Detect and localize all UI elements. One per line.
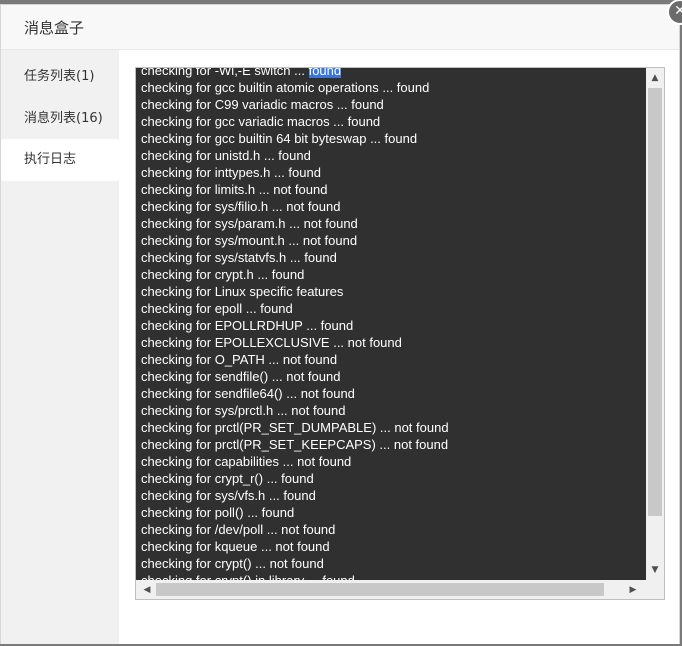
log-line: checking for O_PATH ... not found [141,352,338,367]
dialog-title: 消息盒子 [24,19,85,37]
log-line: checking for prctl(PR_SET_KEEPCAPS) ... … [141,437,449,452]
log-line: checking for epoll ... found [141,301,293,316]
log-line: checking for sys/vfs.h ... found [141,488,316,503]
log-line: checking for sys/param.h ... not found [141,216,358,231]
log-line: checking for sendfile64() ... not found [141,386,355,401]
log-panel: checking for -Wl,-E switch ... found che… [119,50,679,644]
horizontal-scroll-thumb[interactable] [156,583,604,596]
sidebar-item-execution-log[interactable]: 执行日志 [1,139,119,181]
sidebar: 任务列表(1) 消息列表(16) 执行日志 [1,50,119,644]
log-line: checking for sendfile() ... not found [141,369,341,384]
log-line: checking for gcc builtin 64 bit byteswap… [141,131,418,146]
sidebar-item-label: 执行日志 [24,152,77,167]
log-line: checking for poll() ... found [141,505,295,520]
log-line: checking for crypt() ... not found [141,556,324,571]
log-line: checking for sys/prctl.h ... not found [141,403,346,418]
log-line: checking for EPOLLRDHUP ... found [141,318,354,333]
message-box-dialog: 消息盒子 ✕ 任务列表(1) 消息列表(16) 执行日志 checking fo… [0,0,682,644]
log-line: checking for sys/mount.h ... not found [141,233,358,248]
log-line-text: checking for -Wl,-E switch ... [141,68,309,78]
log-line: checking for gcc builtin atomic operatio… [141,80,430,95]
log-line: checking for EPOLLEXCLUSIVE ... not foun… [141,335,402,350]
scroll-right-arrow-icon[interactable]: ▶ [624,582,642,598]
log-line: checking for gcc variadic macros ... fou… [141,114,381,129]
log-line: checking for sys/statvfs.h ... found [141,250,337,265]
log-line: checking for C99 variadic macros ... fou… [141,97,384,112]
log-line-partial-top: checking for -Wl,-E switch ... found [141,68,342,79]
vertical-scroll-thumb[interactable] [648,88,662,516]
log-line: checking for Linux specific features [141,284,344,299]
log-line-partial-bottom: checking for crypt() in library ... foun… [141,572,355,580]
log-line: checking for prctl(PR_SET_DUMPABLE) ... … [141,420,449,435]
execution-log-textarea[interactable]: checking for -Wl,-E switch ... found che… [135,67,665,600]
log-line: checking for limits.h ... not found [141,182,328,197]
sidebar-item-label: 任务列表(1) [24,69,95,84]
vertical-scrollbar[interactable]: ▲ ▼ [646,68,664,580]
sidebar-item-message-list[interactable]: 消息列表(16) [1,98,119,140]
sidebar-item-label: 消息列表(16) [24,111,103,126]
scroll-up-arrow-icon[interactable]: ▲ [646,70,664,86]
log-line: checking for sys/filio.h ... not found [141,199,341,214]
log-line: checking for unistd.h ... found [141,148,311,163]
log-line: checking for inttypes.h ... found [141,165,321,180]
sidebar-item-task-list[interactable]: 任务列表(1) [1,56,119,98]
log-line: checking for capabilities ... not found [141,454,352,469]
scroll-left-arrow-icon[interactable]: ◀ [138,582,156,598]
log-text-area[interactable]: checking for -Wl,-E switch ... found che… [136,68,646,580]
log-line: checking for crypt_r() ... found [141,471,314,486]
log-selection: found [308,68,342,78]
horizontal-scrollbar[interactable]: ◀ ▶ [136,580,646,599]
dialog-titlebar[interactable]: 消息盒子 [1,5,679,50]
log-line: checking for kqueue ... not found [141,539,330,554]
scrollbar-corner [646,580,664,599]
log-line: checking for crypt.h ... found [141,267,305,282]
log-line: checking for /dev/poll ... not found [141,522,336,537]
scroll-down-arrow-icon[interactable]: ▼ [646,562,664,578]
